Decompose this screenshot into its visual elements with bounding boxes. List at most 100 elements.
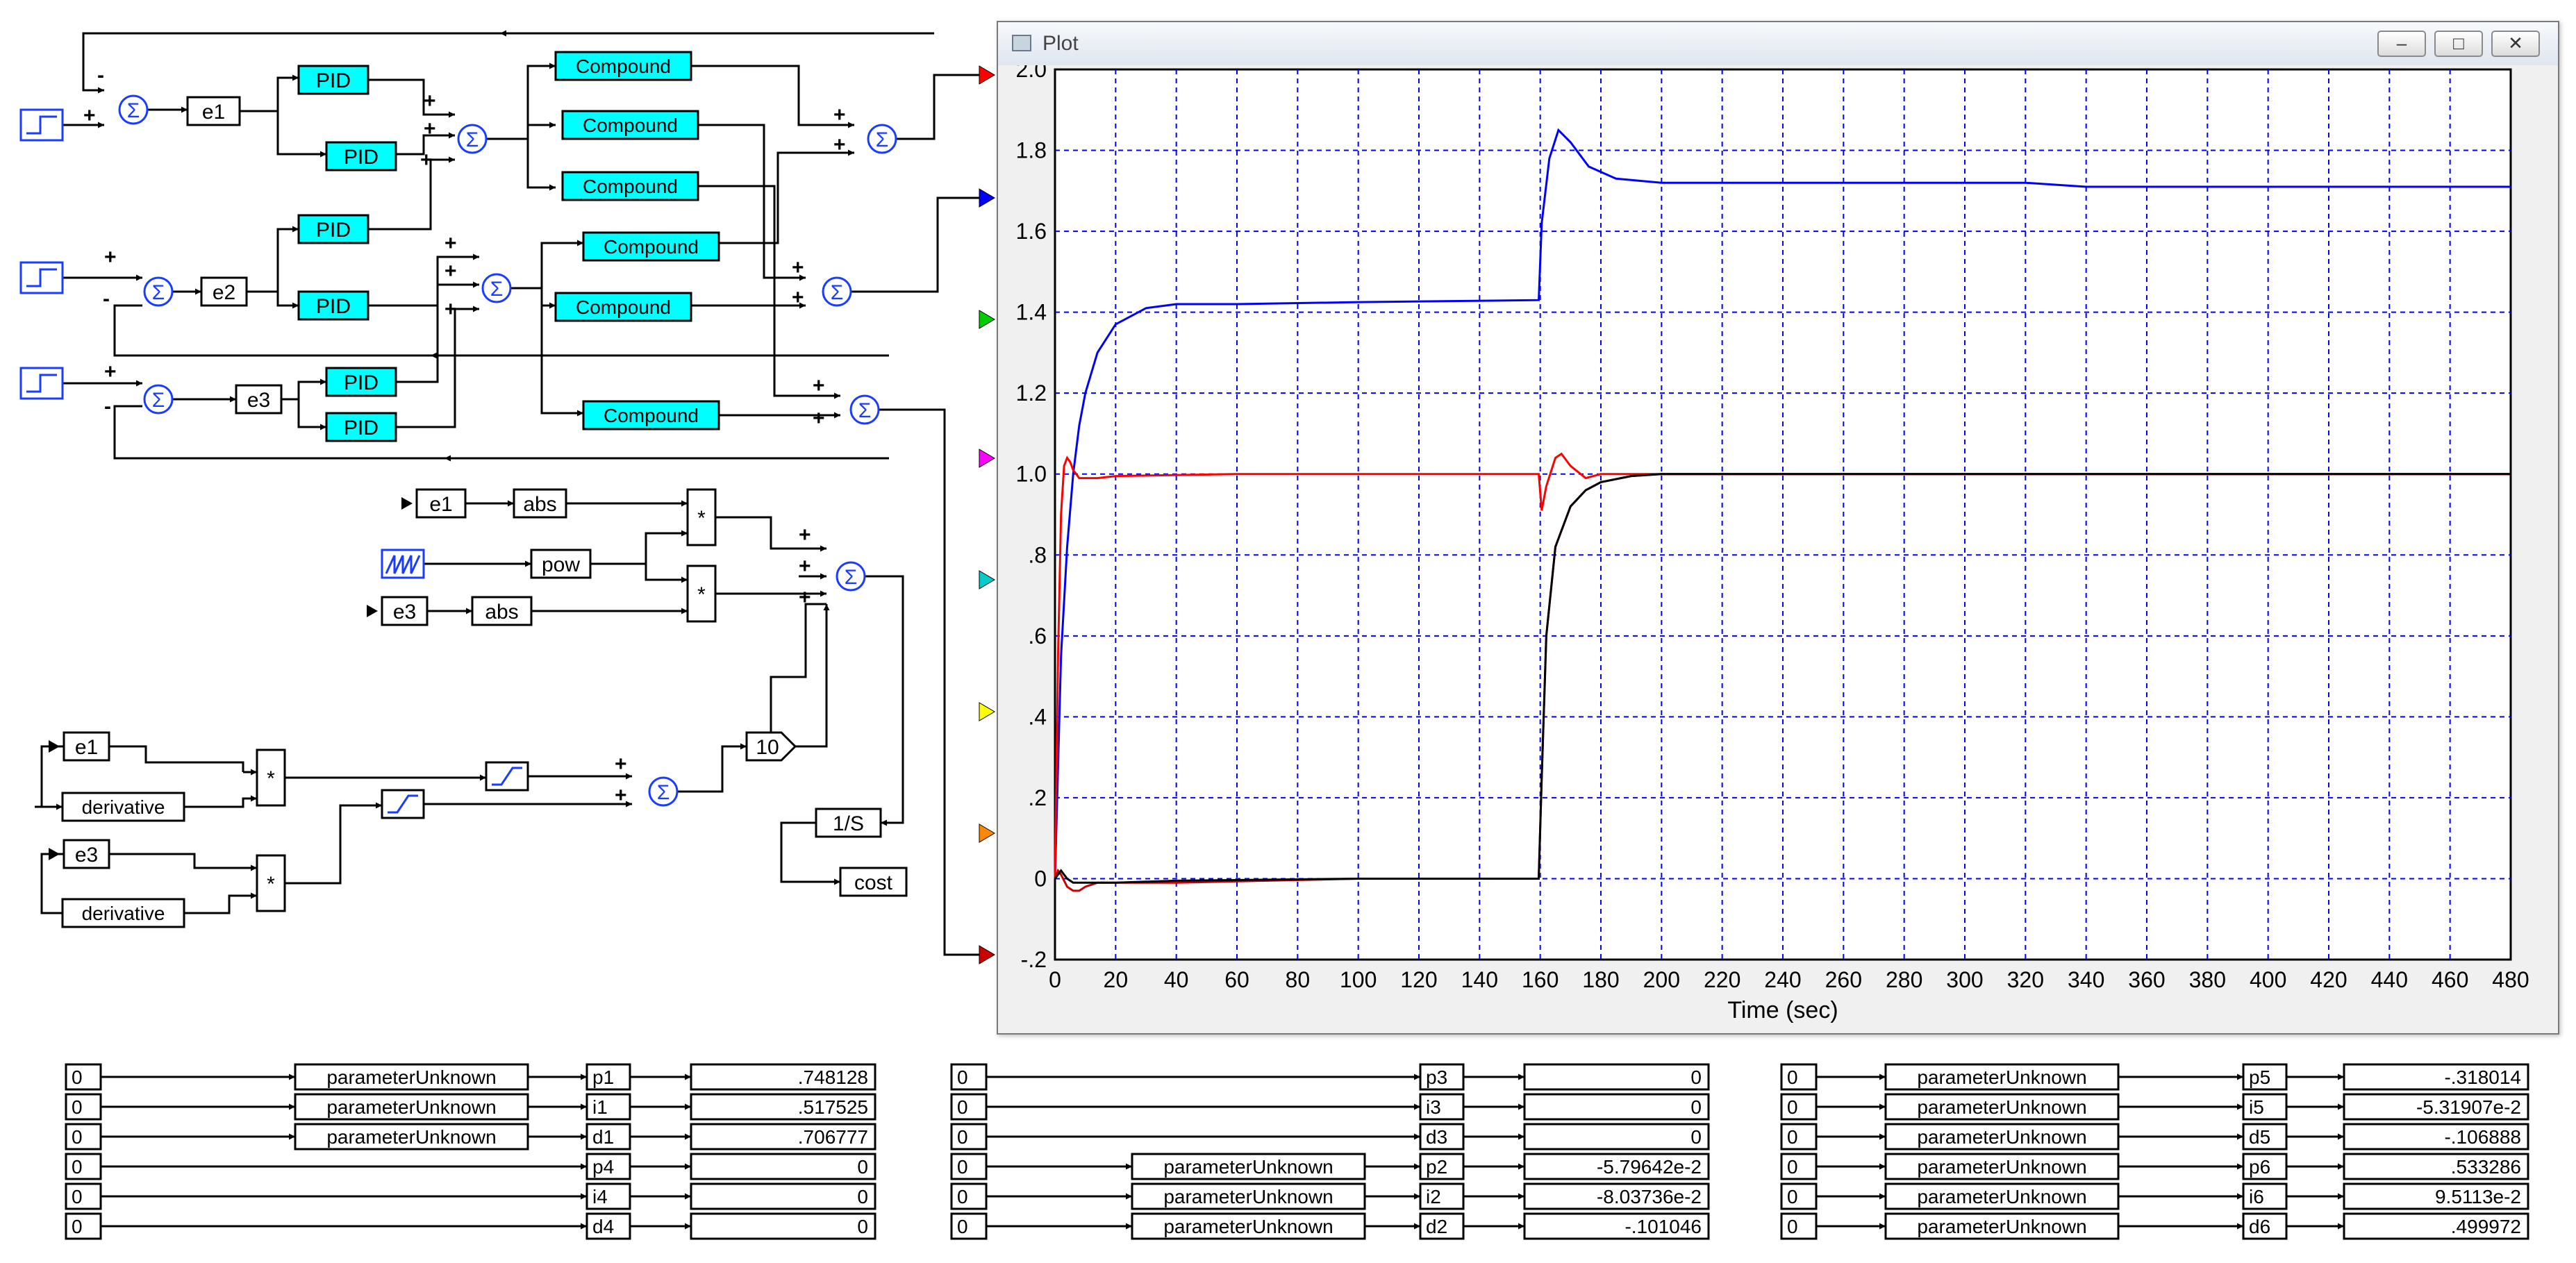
output-port-icon[interactable]	[979, 310, 995, 329]
signal-wire[interactable]	[510, 240, 583, 290]
signal-wire[interactable]	[368, 78, 455, 118]
parameter-row-p3[interactable]: 0 p3 0	[950, 1063, 1710, 1091]
plot-window-titlebar[interactable]: Plot – □ ✕	[998, 22, 2558, 65]
signal-wire[interactable]	[526, 122, 556, 139]
signal-wire[interactable]	[590, 530, 688, 565]
restore-icon[interactable]: □	[2434, 31, 2483, 57]
gain-block[interactable]: 10	[745, 731, 797, 762]
integrator-block[interactable]: 1/S	[815, 808, 882, 838]
signal-block-e1[interactable]: e1	[63, 731, 110, 762]
pid-block[interactable]: PID	[325, 367, 397, 397]
pid-block[interactable]: PID	[297, 65, 369, 95]
summing-junction[interactable]: Σ	[822, 276, 852, 307]
summing-junction[interactable]: Σ	[457, 124, 488, 154]
step-source[interactable]	[19, 261, 64, 294]
signal-block-e1[interactable]: e1	[415, 488, 467, 519]
parameter-row-i6[interactable]: 0 parameterUnknown i6 9.5113e-2	[1780, 1182, 2529, 1210]
summing-junction[interactable]: Σ	[648, 776, 679, 807]
derivative-block[interactable]: derivative	[61, 792, 185, 822]
signal-wire[interactable]	[804, 603, 826, 670]
compound-block[interactable]: Compound	[582, 231, 720, 262]
signal-wire[interactable]	[865, 575, 904, 826]
pow-block[interactable]: pow	[530, 549, 592, 579]
signal-wire[interactable]	[113, 405, 889, 460]
step-source[interactable]	[19, 108, 64, 142]
signal-wire[interactable]	[770, 603, 826, 744]
parameter-row-p5[interactable]: 0 parameterUnknown p5 -.318014	[1780, 1063, 2529, 1091]
summing-junction[interactable]: Σ	[849, 394, 880, 425]
signal-wire[interactable]	[540, 288, 556, 309]
output-port-icon[interactable]	[979, 945, 995, 964]
parameter-row-i2[interactable]: 0 parameterUnknown i2 -8.03736e-2	[950, 1182, 1710, 1210]
cost-block[interactable]: cost	[839, 867, 908, 897]
product-block[interactable]: *	[686, 488, 717, 546]
parameter-row-d3[interactable]: 0 d3 0	[950, 1123, 1710, 1151]
signal-wire[interactable]	[396, 281, 479, 383]
saturation-block[interactable]	[485, 761, 529, 792]
product-block[interactable]: *	[256, 748, 286, 807]
compound-block[interactable]: Compound	[582, 400, 720, 430]
derivative-block[interactable]: derivative	[61, 898, 185, 928]
summing-junction[interactable]: Σ	[143, 276, 174, 307]
compound-block[interactable]: Compound	[561, 171, 699, 201]
signal-wire[interactable]	[247, 226, 299, 293]
output-port-icon[interactable]	[979, 65, 995, 85]
error-block-e2[interactable]: e2	[200, 276, 248, 307]
abs-block[interactable]: abs	[471, 596, 533, 626]
parameter-row-p2[interactable]: 0 parameterUnknown p2 -5.79642e-2	[950, 1153, 1710, 1180]
abs-block[interactable]: abs	[513, 488, 567, 519]
parameter-row-p1[interactable]: 0 parameterUnknown p1 .748128	[65, 1063, 876, 1091]
signal-block-e3[interactable]: e3	[63, 839, 110, 869]
summing-junction[interactable]: Σ	[143, 384, 174, 415]
signal-wire[interactable]	[240, 74, 299, 112]
signal-wire[interactable]	[368, 253, 479, 307]
pid-block[interactable]: PID	[297, 290, 369, 321]
error-block-e1[interactable]: e1	[186, 96, 241, 126]
parameter-row-p4[interactable]: 0 p4 0	[65, 1153, 876, 1180]
summing-junction[interactable]: Σ	[118, 94, 149, 125]
product-block[interactable]: *	[256, 854, 286, 912]
parameter-row-d2[interactable]: 0 parameterUnknown d2 -.101046	[950, 1212, 1710, 1240]
signal-wire[interactable]	[851, 194, 986, 293]
signal-wire[interactable]	[109, 745, 244, 772]
parameter-row-d6[interactable]: 0 parameterUnknown d6 .499972	[1780, 1212, 2529, 1240]
pid-block[interactable]: PID	[325, 412, 397, 442]
signal-wire[interactable]	[698, 149, 854, 244]
step-source[interactable]	[19, 367, 64, 400]
signal-wire[interactable]	[896, 72, 986, 140]
signal-wire[interactable]	[113, 304, 889, 357]
summing-junction[interactable]: Σ	[481, 273, 512, 303]
signal-wire[interactable]	[276, 111, 326, 158]
output-port-icon[interactable]	[979, 570, 995, 589]
compound-block[interactable]: Compound	[554, 51, 692, 81]
product-block[interactable]: *	[686, 564, 717, 623]
signal-wire[interactable]	[184, 892, 257, 914]
summing-junction[interactable]: Σ	[867, 124, 897, 154]
parameter-row-i5[interactable]: 0 parameterUnknown i5 -5.31907e-2	[1780, 1093, 2529, 1121]
signal-wire[interactable]	[645, 564, 688, 583]
plot-window[interactable]: Plot – □ ✕ 0 20 40 60 80 100 120 140 160 180 200 22…	[997, 21, 2559, 1035]
output-port-icon[interactable]	[979, 449, 995, 468]
parameter-row-d1[interactable]: 0 parameterUnknown d1 .706777	[65, 1123, 876, 1151]
output-port-icon[interactable]	[979, 702, 995, 721]
ramp-source[interactable]	[381, 549, 425, 579]
signal-wire[interactable]	[486, 62, 556, 140]
parameter-row-d5[interactable]: 0 parameterUnknown d5 -.106888	[1780, 1123, 2529, 1151]
signal-block-e3[interactable]: e3	[381, 596, 429, 626]
signal-wire[interactable]	[297, 399, 326, 430]
close-icon[interactable]: ✕	[2491, 31, 2540, 57]
signal-wire[interactable]	[281, 378, 326, 401]
compound-block[interactable]: Compound	[561, 110, 699, 140]
summing-junction[interactable]: Σ	[836, 561, 866, 592]
parameter-row-p6[interactable]: 0 parameterUnknown p6 .533286	[1780, 1153, 2529, 1180]
pid-block[interactable]: PID	[297, 214, 369, 244]
compound-block[interactable]: Compound	[554, 292, 692, 322]
parameter-row-i4[interactable]: 0 i4 0	[65, 1182, 876, 1210]
error-block-e3[interactable]: e3	[235, 384, 283, 415]
signal-wire[interactable]	[276, 292, 299, 309]
parameter-row-d4[interactable]: 0 d4 0	[65, 1212, 876, 1240]
signal-wire[interactable]	[184, 795, 257, 808]
signal-wire[interactable]	[109, 853, 257, 871]
signal-wire[interactable]	[691, 65, 854, 128]
signal-wire[interactable]	[795, 604, 830, 748]
